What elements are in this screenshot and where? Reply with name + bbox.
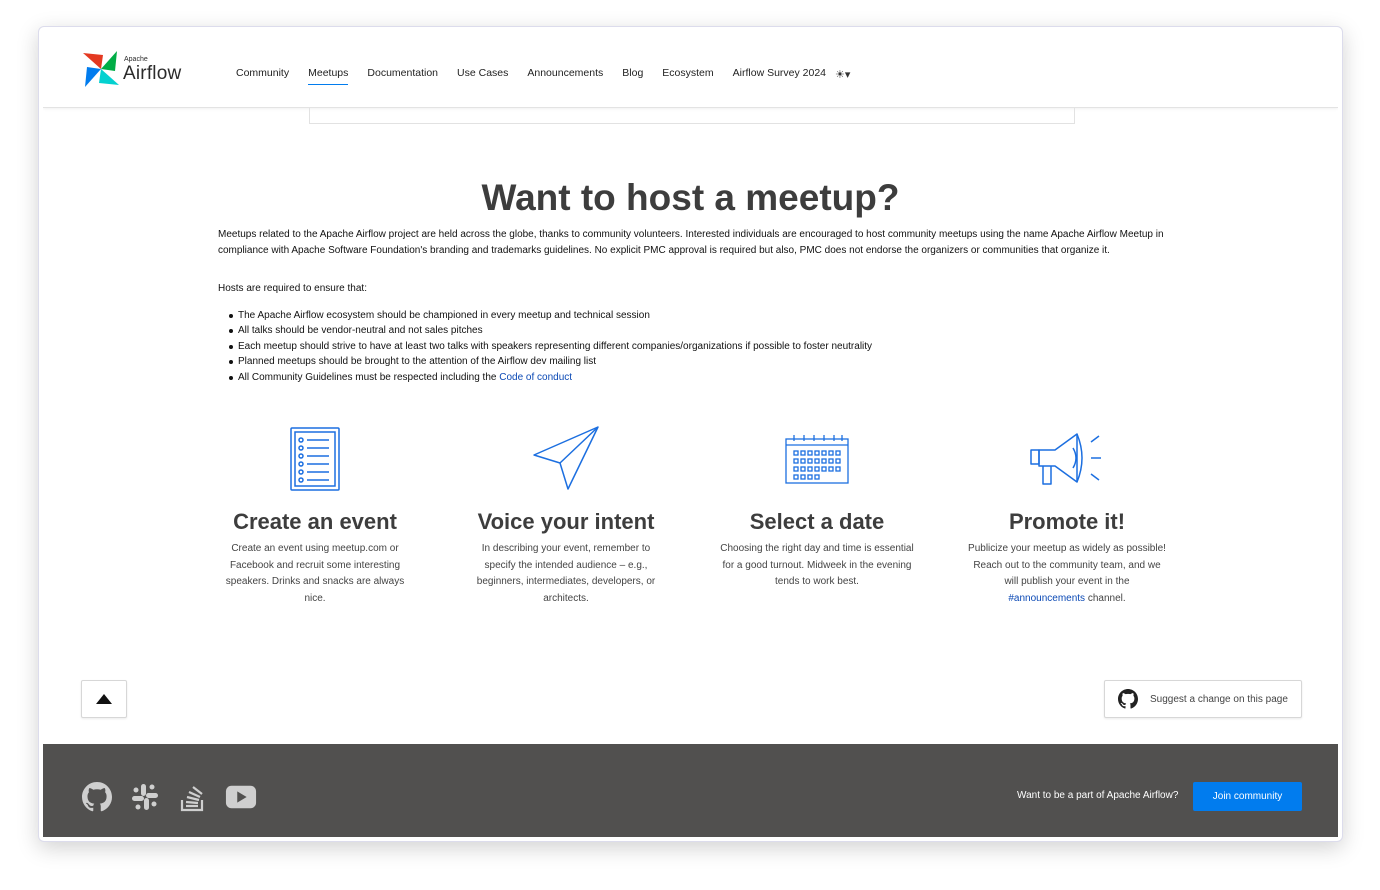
list-icon [215, 423, 415, 495]
code-of-conduct-link[interactable]: Code of conduct [499, 372, 572, 383]
megaphone-icon [967, 423, 1167, 495]
social-links [81, 781, 273, 813]
suggest-change-button[interactable]: Suggest a change on this page [1104, 680, 1302, 718]
main-nav: Community Meetups Documentation Use Case… [236, 67, 845, 85]
stackoverflow-icon[interactable] [177, 781, 209, 813]
step-text-end: channel. [1085, 592, 1126, 604]
list-item: Planned meetups should be brought to the… [228, 354, 872, 369]
join-community-button[interactable]: Join community [1193, 782, 1302, 811]
list-item: All Community Guidelines must be respect… [228, 370, 872, 385]
previous-section-box [309, 108, 1075, 124]
nav-airflow-survey[interactable]: Airflow Survey 2024 [733, 67, 826, 85]
browser-window: Apache Airflow Community Meetups Documen… [38, 26, 1343, 842]
list-item: Each meetup should strive to have at lea… [228, 339, 872, 354]
pinwheel-icon [83, 51, 119, 87]
step-select-date: Select a date Choosing the right day and… [717, 423, 917, 591]
host-rules-list: The Apache Airflow ecosystem should be c… [228, 308, 872, 385]
back-to-top-button[interactable] [81, 680, 127, 718]
nav-documentation[interactable]: Documentation [367, 67, 438, 85]
footer-cta-text: Want to be a part of Apache Airflow? [1017, 790, 1179, 801]
announcements-channel-link[interactable]: #announcements [1008, 593, 1085, 604]
calendar-icon [717, 423, 917, 495]
step-title: Promote it! [1008, 509, 1126, 534]
theme-toggle-sun-icon[interactable]: ☀▾ [835, 68, 850, 81]
nav-announcements[interactable]: Announcements [527, 67, 603, 85]
nav-meetups[interactable]: Meetups [308, 67, 349, 85]
step-title: Select a date [749, 509, 885, 534]
nav-blog[interactable]: Blog [622, 67, 643, 85]
arrow-up-icon [96, 694, 112, 704]
airflow-logo[interactable]: Apache Airflow [81, 49, 191, 91]
page: Apache Airflow Community Meetups Documen… [43, 31, 1338, 837]
nav-use-cases[interactable]: Use Cases [457, 67, 508, 85]
step-text-start: Publicize your meetup as widely as possi… [968, 543, 1166, 587]
list-item: All talks should be vendor-neutral and n… [228, 323, 872, 338]
step-text: Publicize your meetup as widely as possi… [967, 541, 1167, 607]
suggest-change-label: Suggest a change on this page [1150, 693, 1288, 705]
step-voice-intent: Voice your intent In describing your eve… [466, 423, 666, 607]
step-text: In describing your event, remember to sp… [476, 543, 656, 604]
paper-plane-icon [466, 423, 666, 495]
step-title: Create an event [233, 509, 397, 534]
page-title: Want to host a meetup? [481, 177, 900, 218]
rule-text: All Community Guidelines must be respect… [238, 371, 500, 383]
site-header: Apache Airflow Community Meetups Documen… [43, 31, 1338, 108]
hosts-intro: Hosts are required to ensure that: [218, 283, 367, 294]
nav-ecosystem[interactable]: Ecosystem [662, 67, 713, 85]
list-item: The Apache Airflow ecosystem should be c… [228, 308, 872, 323]
github-icon[interactable] [81, 781, 113, 813]
step-promote: Promote it! Publicize your meetup as wid… [967, 423, 1167, 607]
youtube-icon[interactable] [225, 781, 257, 813]
site-footer: Want to be a part of Apache Airflow? Joi… [43, 744, 1338, 837]
step-title: Voice your intent [477, 509, 655, 534]
slack-icon[interactable] [129, 781, 161, 813]
step-text: Create an event using meetup.com or Face… [225, 543, 405, 604]
intro-paragraph: Meetups related to the Apache Airflow pr… [218, 229, 1164, 256]
nav-community[interactable]: Community [236, 67, 289, 85]
step-create-event: Create an event Create an event using me… [215, 423, 415, 607]
step-text: Choosing the right day and time is essen… [720, 543, 914, 587]
brand-apache: Apache [124, 56, 148, 63]
brand-airflow: Airflow [123, 63, 182, 84]
github-icon [1118, 689, 1138, 709]
